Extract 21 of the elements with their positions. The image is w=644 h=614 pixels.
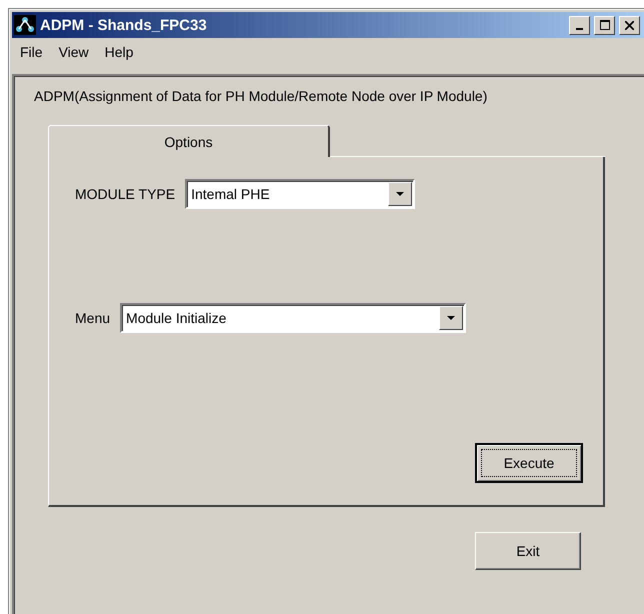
menu-item[interactable]: File [14, 42, 49, 62]
dropdown-field[interactable]: Module Initialize [120, 303, 466, 333]
dropdown-arrow-icon [447, 316, 456, 320]
app-icon [14, 15, 36, 35]
field-label: Menu [75, 310, 110, 326]
field-label: MODULE TYPE [75, 186, 176, 202]
window-title: ADPM - Shands_FPC33 [40, 16, 208, 34]
minimize-button[interactable] [569, 16, 590, 34]
menu-item[interactable]: Help [98, 42, 140, 62]
description-text: ADPM(Assignment of Data for PH Module/Remote Node over IP Module) [34, 88, 488, 104]
minimize-icon [576, 28, 583, 30]
execute-button[interactable]: Execute [475, 443, 583, 483]
menu-item[interactable]: View [52, 42, 95, 62]
dropdown-arrow-icon [396, 192, 404, 196]
maximize-icon [600, 20, 610, 30]
dropdown-field[interactable]: Intemal PHE [185, 179, 416, 209]
close-icon [625, 20, 634, 30]
close-button[interactable] [619, 16, 640, 34]
tab[interactable]: Options [48, 125, 330, 157]
exit-button[interactable]: Exit [475, 532, 581, 570]
maximize-button[interactable] [594, 16, 615, 34]
